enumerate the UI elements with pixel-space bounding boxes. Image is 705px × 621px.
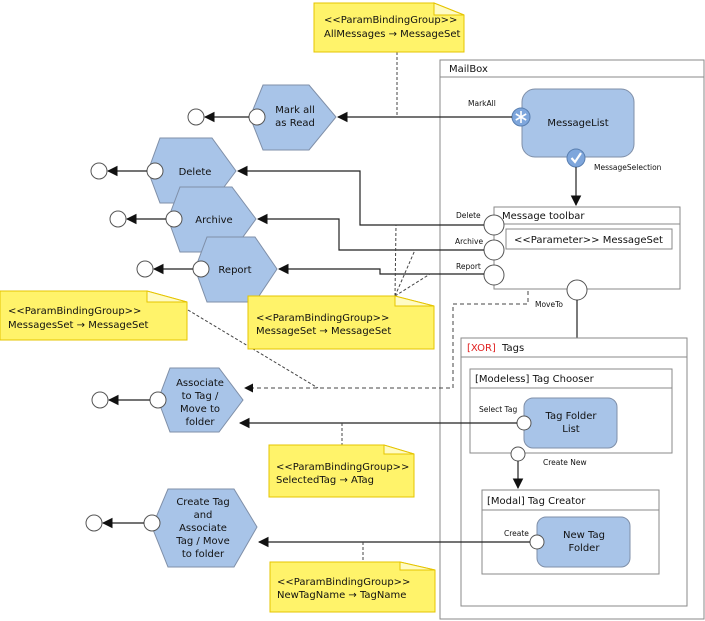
tag-folder-list-label-2: List [562,424,580,435]
delete-event-label: Delete [456,211,481,220]
message-selection-label: MessageSelection [594,163,662,172]
note-middle-connector-1 [394,224,397,297]
svg-text:[XOR] Tags: [XOR] Tags [467,343,524,354]
report-event-label: Report [456,262,481,271]
associate-action[interactable]: Associate to Tag / Move to folder [157,367,244,433]
asterisk-icon[interactable] [511,107,531,127]
select-tag-event-port[interactable] [516,415,532,431]
associate-label-4: folder [185,417,215,428]
create-new-event-label: Create New [543,458,587,467]
select-tag-event-label: Select Tag [479,405,517,414]
note-left-line2: MessagesSet → MessageSet [8,320,149,331]
mark-all-input-port[interactable] [248,108,266,126]
note-top-line1: <<ParamBindingGroup>> [324,15,457,26]
create-tag-label-5: to folder [182,549,225,560]
toolbar-title: Message toolbar [502,211,585,222]
delete-input-port[interactable] [146,162,164,180]
note-selected-tag-line2: SelectedTag → ATag [276,475,374,486]
new-tag-folder-node[interactable]: New Tag Folder [536,516,631,568]
move-to-event-port[interactable] [566,279,588,301]
ifml-diagram: MailBox MessageList MarkAll MessageSelec… [0,2,705,620]
associate-input-port[interactable] [149,391,167,409]
delete-output-port[interactable] [90,162,108,180]
delete-action-label: Delete [179,167,212,178]
create-tag-label-2: and [194,510,213,521]
archive-output-port[interactable] [109,210,127,228]
note-middle: <<ParamBindingGroup>> MessageSet → Messa… [247,295,435,350]
note-top-line2: AllMessages → MessageSet [324,29,461,40]
create-new-event-port[interactable] [510,446,526,462]
tags-title: Tags [501,343,524,354]
toolbar-parameter: <<Parameter>> MessageSet [514,235,663,246]
mark-all-label-2: as Read [275,118,315,129]
new-tag-folder-label-1: New Tag [563,530,605,541]
archive-action-label: Archive [195,215,232,226]
tag-chooser-title: [Modeless] Tag Chooser [475,374,595,385]
note-selected-tag-line1: <<ParamBindingGroup>> [276,462,409,473]
create-event-label: Create [504,529,529,538]
associate-output-port[interactable] [91,391,109,409]
report-action-label: Report [218,265,251,276]
note-new-tag-line1: <<ParamBindingGroup>> [277,577,410,588]
note-new-tag: <<ParamBindingGroup>> NewTagName → TagNa… [269,561,436,613]
note-selected-tag: <<ParamBindingGroup>> SelectedTag → ATag [268,444,415,498]
report-event-port[interactable] [483,264,505,286]
mailbox-title: MailBox [449,64,488,75]
associate-label-2: to Tag / [182,391,219,402]
note-new-tag-line2: NewTagName → TagName [277,590,406,601]
checkmark-icon[interactable] [566,148,586,168]
associate-label-3: Move to [180,404,220,415]
move-to-event-label: MoveTo [535,300,563,309]
archive-event-port[interactable] [483,239,505,261]
tag-folder-list-node[interactable]: Tag Folder List [523,397,618,449]
mark-all-label-1: Mark all [275,105,315,116]
note-middle-line2: MessageSet → MessageSet [256,326,391,337]
archive-input-port[interactable] [165,210,183,228]
new-tag-folder-label-2: Folder [569,543,601,554]
message-toolbar: Message toolbar <<Parameter>> MessageSet [493,206,681,290]
create-tag-label-1: Create Tag [176,497,229,508]
create-tag-input-port[interactable] [143,514,161,532]
message-list-node[interactable]: MessageList [521,88,635,158]
archive-event-label: Archive [455,237,483,246]
associate-label-1: Associate [176,378,224,389]
tag-folder-list-label-1: Tag Folder [544,411,597,422]
xor-label: [XOR] [467,343,496,354]
message-list-label: MessageList [547,118,608,129]
mark-all-event-label: MarkAll [468,99,496,108]
create-event-port[interactable] [529,534,545,550]
note-middle-line1: <<ParamBindingGroup>> [256,313,389,324]
note-left-line1: <<ParamBindingGroup>> [8,306,141,317]
create-tag-label-3: Associate [179,523,227,534]
delete-event-port[interactable] [483,214,505,236]
tag-creator-title: [Modal] Tag Creator [487,496,586,507]
mark-all-output-port[interactable] [187,108,205,126]
note-middle-connector-2 [394,249,416,297]
note-left: <<ParamBindingGroup>> MessagesSet → Mess… [0,290,188,341]
create-tag-output-port[interactable] [85,514,103,532]
create-tag-label-4: Tag / Move [175,536,229,547]
report-output-port[interactable] [136,260,154,278]
note-top: <<ParamBindingGroup>> AllMessages → Mess… [313,2,465,53]
create-tag-action[interactable]: Create Tag and Associate Tag / Move to f… [151,488,258,568]
report-input-port[interactable] [192,260,210,278]
